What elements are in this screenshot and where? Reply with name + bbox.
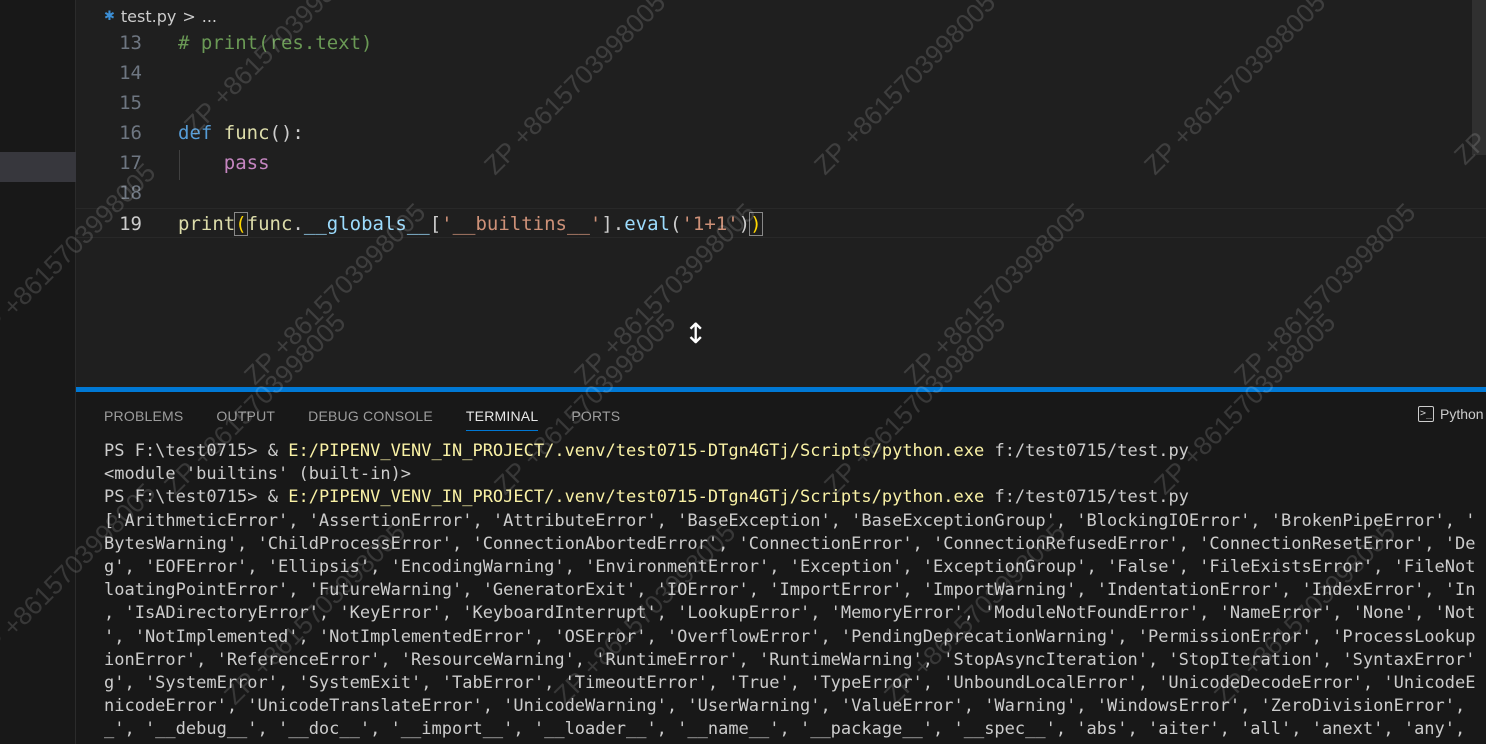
terminal-text: ', 'NotImplemented', 'NotImplementedErro… — [104, 626, 1476, 647]
terminal-text: , 'IsADirectoryError', 'KeyError', 'Keyb… — [104, 603, 1476, 624]
code-text: pass — [178, 148, 270, 178]
code-text: # print(res.text) — [178, 28, 372, 58]
tab-ports[interactable]: PORTS — [571, 404, 620, 431]
breadcrumb: ✱ test.py > ... — [104, 5, 217, 27]
code-token: '__builtins__' — [441, 213, 602, 235]
code-token: eval — [624, 213, 670, 235]
sidebar-active-row[interactable] — [0, 152, 76, 182]
code-line[interactable]: 13 # print(res.text) — [76, 28, 1486, 58]
code-token: (): — [269, 122, 304, 144]
terminal-text: g', 'SystemError', 'SystemExit', 'TabErr… — [104, 672, 1476, 693]
code-token: print — [178, 213, 236, 235]
terminal-line: g', 'SystemError', 'SystemExit', 'TabErr… — [104, 672, 1486, 695]
terminal-icon: >_ — [1418, 406, 1434, 422]
resize-cursor-icon: ↕ — [684, 317, 708, 350]
terminal-shell-selector[interactable]: >_ Python — [1418, 406, 1484, 422]
terminal-text: <module 'builtins' (built-in)> — [104, 464, 412, 485]
code-token: . — [292, 213, 304, 235]
terminal-line: PS F:\test0715> & E:/PIPENV_VENV_IN_PROJ… — [104, 486, 1486, 509]
editor-scrollbar[interactable] — [1472, 0, 1486, 155]
code-token: [ — [429, 213, 442, 235]
code-token: '1+1' — [681, 213, 739, 235]
terminal-path-text: E:/PIPENV_VENV_IN_PROJECT/.venv/test0715… — [288, 441, 985, 461]
code-editor[interactable]: ✱ test.py > ... 13 # print(res.text) 14 15 1… — [76, 0, 1486, 388]
line-number: 13 — [119, 32, 142, 54]
terminal-path-text: E:/PIPENV_VENV_IN_PROJECT/.venv/test0715… — [288, 487, 985, 508]
terminal-text: BytesWarning', 'ChildProcessError', 'Con… — [104, 533, 1476, 554]
bottom-panel: PROBLEMS OUTPUT DEBUG CONSOLE TERMINAL P… — [76, 392, 1486, 744]
breadcrumb-file[interactable]: test.py — [121, 7, 176, 26]
terminal-text: loatingPointError', 'FutureWarning', 'Ge… — [104, 580, 1476, 601]
terminal-line: PS F:\test0715> & E:/PIPENV_VENV_IN_PROJ… — [104, 440, 1486, 463]
line-number: 15 — [119, 92, 142, 114]
terminal-text: f:/test0715/test.py — [984, 441, 1189, 461]
tab-problems[interactable]: PROBLEMS — [104, 404, 183, 431]
terminal-text: PS F:\test0715> & — [104, 441, 289, 461]
terminal-text: _', '__debug__', '__doc__', '__import__'… — [104, 719, 1466, 740]
terminal-line: BytesWarning', 'ChildProcessError', 'Con… — [104, 533, 1486, 556]
code-token: pass — [223, 152, 270, 174]
code-token: ]. — [601, 213, 625, 235]
terminal-line: ', 'NotImplemented', 'NotImplementedErro… — [104, 626, 1486, 649]
terminal-text: ionError', 'ReferenceError', 'ResourceWa… — [104, 649, 1476, 670]
terminal-line: loatingPointError', 'FutureWarning', 'Ge… — [104, 579, 1486, 602]
code-text: print(func.__globals__['__builtins__'].e… — [178, 209, 763, 239]
line-number: 16 — [119, 122, 142, 144]
terminal-text: PS F:\test0715> & — [104, 487, 289, 508]
code-token: ) — [738, 213, 751, 235]
line-number: 19 — [119, 213, 142, 235]
tab-output[interactable]: OUTPUT — [216, 404, 275, 431]
code-text: def func(): — [178, 118, 304, 148]
code-token: func — [246, 213, 293, 235]
breadcrumb-separator: > — [182, 6, 196, 26]
terminal-text: nicodeError', 'UnicodeTranslateError', '… — [104, 696, 1466, 717]
tab-debug-console[interactable]: DEBUG CONSOLE — [308, 404, 433, 431]
code-token: func — [223, 122, 270, 144]
line-number: 14 — [119, 62, 142, 84]
terminal-line: ionError', 'ReferenceError', 'ResourceWa… — [104, 649, 1486, 672]
terminal-line: g', 'EOFError', 'Ellipsis', 'EncodingWar… — [104, 556, 1486, 579]
code-line[interactable]: 14 — [76, 58, 1486, 88]
code-line[interactable]: 17 pass — [76, 148, 1486, 178]
terminal-text: f:/test0715/test.py — [984, 487, 1189, 508]
python-file-icon: ✱ — [104, 8, 115, 24]
shell-label: Python — [1440, 406, 1484, 422]
code-token: ) — [749, 212, 763, 236]
code-line[interactable]: 16 def func(): — [76, 118, 1486, 148]
code-token: ( — [669, 213, 682, 235]
line-number: 18 — [119, 182, 142, 204]
code-token: __globals__ — [303, 213, 430, 235]
terminal-line: ['ArithmeticError', 'AssertionError', 'A… — [104, 510, 1486, 533]
terminal-line: , 'IsADirectoryError', 'KeyError', 'Keyb… — [104, 602, 1486, 625]
terminal-line: <module 'builtins' (built-in)> — [104, 463, 1486, 486]
panel-tabs: PROBLEMS OUTPUT DEBUG CONSOLE TERMINAL P… — [104, 404, 653, 431]
breadcrumb-more[interactable]: ... — [202, 7, 217, 26]
side-bar — [0, 0, 76, 744]
code-line[interactable]: 15 — [76, 88, 1486, 118]
code-token: def — [178, 122, 213, 144]
terminal-line: _', '__debug__', '__doc__', '__import__'… — [104, 718, 1486, 741]
terminal-text: ['ArithmeticError', 'AssertionError', 'A… — [104, 510, 1476, 531]
terminal-output[interactable]: PS F:\test0715> & E:/PIPENV_VENV_IN_PROJ… — [104, 440, 1486, 741]
code-line[interactable]: 18 — [76, 178, 1486, 208]
terminal-line: nicodeError', 'UnicodeTranslateError', '… — [104, 695, 1486, 718]
code-line[interactable]: 19 print(func.__globals__['__builtins__']… — [76, 208, 1486, 238]
code-token: # print(res.text) — [178, 32, 373, 54]
tab-terminal[interactable]: TERMINAL — [465, 404, 539, 431]
code-token: ( — [234, 212, 248, 236]
line-number: 17 — [119, 152, 142, 174]
terminal-text: g', 'EOFError', 'Ellipsis', 'EncodingWar… — [104, 556, 1476, 577]
